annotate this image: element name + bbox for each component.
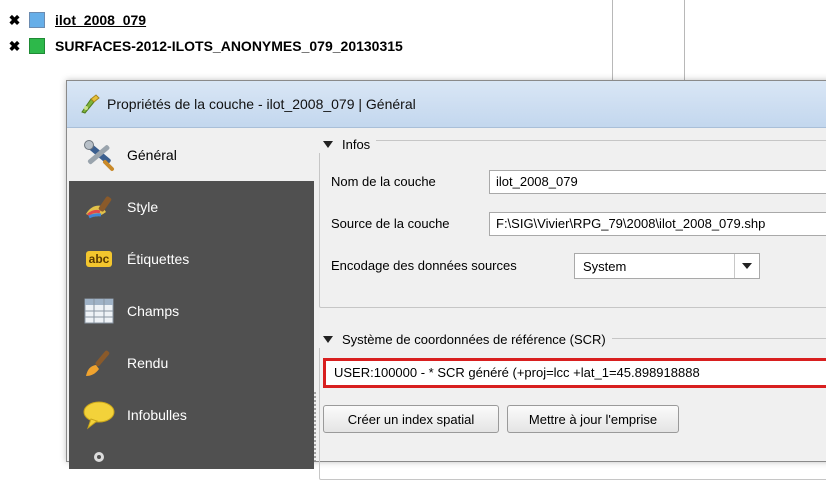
source-label: Source de la couche [331, 216, 450, 231]
layer-name-field[interactable]: ilot_2008_079 [489, 170, 826, 194]
sidebar-item-rendering[interactable]: Rendu [69, 337, 314, 389]
sidebar-item-label: Champs [127, 303, 180, 319]
layer-color-swatch [29, 38, 45, 54]
group-title: Système de coordonnées de référence (SCR… [342, 331, 606, 347]
crs-field[interactable]: USER:100000 - * SCR généré (+proj=lcc +l… [323, 358, 826, 388]
sidebar-item-style[interactable]: Style [69, 181, 314, 233]
encoding-value: System [583, 258, 627, 274]
gear-icon [81, 445, 117, 465]
panel-divider [612, 0, 613, 80]
dialog-titlebar[interactable]: Propriétés de la couche - ilot_2008_079 … [67, 81, 826, 128]
sidebar-item-next[interactable] [69, 441, 314, 469]
paint-brush-icon [81, 189, 117, 225]
layer-name[interactable]: ilot_2008_079 [55, 12, 146, 28]
layer-visibility-checkbox[interactable]: ✖ [8, 13, 21, 27]
layer-name-label: Nom de la couche [331, 174, 436, 189]
crs-group-header[interactable]: Système de coordonnées de référence (SCR… [319, 330, 612, 348]
layer-name[interactable]: SURFACES-2012-ILOTS_ANONYMES_079_2013031… [55, 38, 403, 54]
sidebar-item-label: Rendu [127, 355, 169, 371]
abc-label-text: abc [85, 251, 113, 267]
sidebar-item-label: Infobulles [127, 407, 187, 423]
layer-row[interactable]: ✖ ilot_2008_079 [8, 11, 146, 29]
layers-panel: ✖ ilot_2008_079 ✖ SURFACES-2012-ILOTS_AN… [0, 0, 690, 80]
speech-bubble-icon [81, 397, 117, 433]
qgis-layer-properties-icon [81, 94, 100, 114]
sidebar-item-labels[interactable]: abc Étiquettes [69, 233, 314, 285]
infos-group-header[interactable]: Infos [319, 135, 377, 153]
tools-icon [81, 137, 117, 173]
update-extent-button[interactable]: Mettre à jour l'emprise [507, 405, 679, 433]
brush-icon [81, 345, 117, 381]
layer-properties-dialog: Propriétés de la couche - ilot_2008_079 … [66, 80, 826, 480]
sidebar-item-tooltips[interactable]: Infobulles [69, 389, 314, 441]
table-icon [81, 293, 117, 329]
collapse-arrow-icon[interactable] [323, 140, 333, 148]
properties-content: Infos Nom de la couche ilot_2008_079 Sou… [319, 129, 826, 480]
source-field[interactable]: F:\SIG\Vivier\RPG_79\2008\ilot_2008_079.… [489, 212, 826, 236]
group-title: Infos [342, 136, 371, 152]
panel-divider [684, 0, 685, 80]
sidebar-item-label: Style [127, 199, 159, 215]
abc-label-icon: abc [81, 241, 117, 277]
sidebar-item-general[interactable]: Général [69, 129, 314, 181]
collapse-arrow-icon[interactable] [323, 335, 333, 343]
layer-color-swatch [29, 12, 45, 28]
dialog-title: Propriétés de la couche - ilot_2008_079 … [107, 96, 416, 112]
create-spatial-index-button[interactable]: Créer un index spatial [323, 405, 499, 433]
splitter-handle[interactable] [313, 391, 317, 461]
encoding-select[interactable]: System [574, 253, 760, 279]
properties-sidebar: Général Style abc Étiquettes Champs Rend… [69, 129, 314, 469]
sidebar-item-label: Étiquettes [127, 251, 190, 267]
encoding-label: Encodage des données sources [331, 258, 517, 273]
chevron-down-icon[interactable] [734, 254, 759, 278]
sidebar-item-fields[interactable]: Champs [69, 285, 314, 337]
sidebar-item-label: Général [127, 147, 177, 163]
layer-row[interactable]: ✖ SURFACES-2012-ILOTS_ANONYMES_079_20130… [8, 37, 403, 55]
layer-visibility-checkbox[interactable]: ✖ [8, 39, 21, 53]
